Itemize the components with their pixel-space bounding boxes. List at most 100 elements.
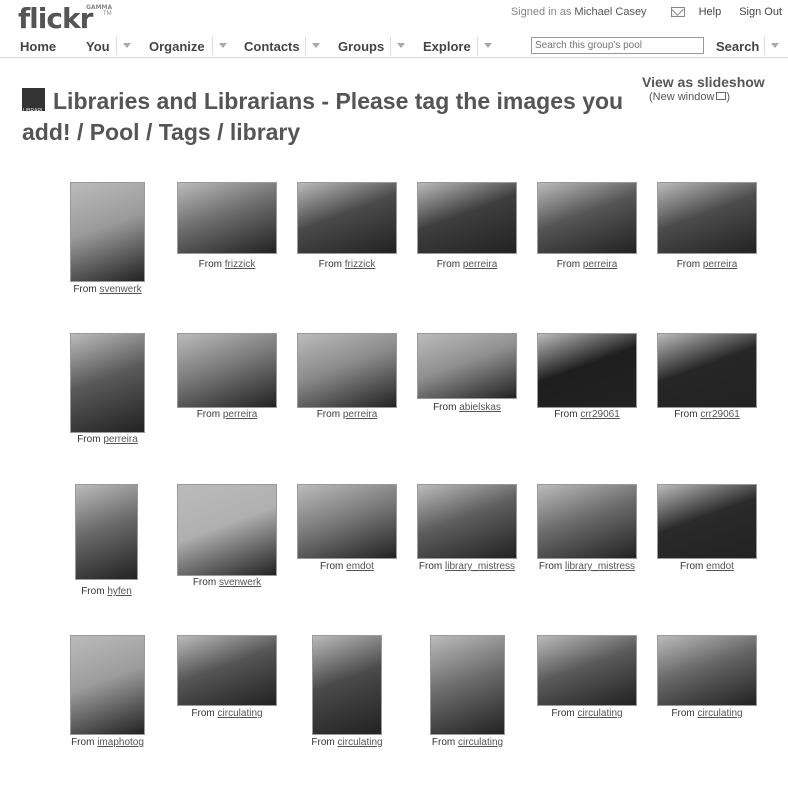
- photo-thumbnail[interactable]: [657, 333, 757, 408]
- photo-owner-link[interactable]: circulating: [338, 737, 383, 748]
- you-chevron-icon[interactable]: [116, 37, 135, 55]
- photo-owner-link[interactable]: circulating: [698, 708, 743, 719]
- photo-owner-link[interactable]: circulating: [458, 737, 503, 748]
- photo-thumbnail[interactable]: [177, 484, 277, 576]
- nav-contacts[interactable]: Contacts: [244, 39, 300, 54]
- photo-caption: From imaphotog: [48, 737, 168, 748]
- photo-owner-link[interactable]: emdot: [706, 561, 734, 572]
- photo-owner-link[interactable]: imaphotog: [97, 737, 144, 748]
- photo-thumbnail[interactable]: [177, 182, 277, 254]
- photo-owner-link[interactable]: perreira: [223, 409, 257, 420]
- from-label: From: [671, 708, 695, 719]
- photo-owner-link[interactable]: perreira: [583, 259, 617, 270]
- photo-thumbnail[interactable]: [657, 182, 757, 254]
- photo-thumbnail[interactable]: [537, 484, 637, 559]
- photo-caption: From crr29061: [527, 409, 647, 420]
- page-title-text: Libraries and Librarians - Please tag th…: [22, 88, 624, 145]
- from-label: From: [676, 259, 701, 270]
- photo-caption: From perreira: [647, 259, 767, 270]
- nav-organize[interactable]: Organize: [149, 39, 205, 54]
- photo-owner-link[interactable]: library_mistress: [565, 561, 635, 572]
- from-label: From: [77, 434, 101, 445]
- search-button[interactable]: Search: [716, 39, 759, 54]
- photo-thumbnail[interactable]: [70, 635, 145, 735]
- photo-owner-link[interactable]: perreira: [103, 434, 137, 445]
- photo-owner-link[interactable]: circulating: [578, 708, 623, 719]
- search-input[interactable]: [531, 37, 704, 54]
- photo-thumbnail[interactable]: [417, 484, 517, 559]
- photo-caption: From perreira: [527, 259, 647, 270]
- mail-icon[interactable]: [670, 7, 685, 17]
- photo-thumbnail[interactable]: [417, 333, 517, 399]
- from-label: From: [316, 409, 341, 420]
- photo-thumbnail[interactable]: [297, 182, 397, 254]
- photo-owner-link[interactable]: svenwerk: [219, 577, 261, 588]
- photo-owner-link[interactable]: circulating: [218, 708, 263, 719]
- nav-you[interactable]: You: [86, 39, 110, 54]
- photo-thumbnail[interactable]: [537, 635, 637, 706]
- from-label: From: [418, 561, 443, 572]
- photo-owner-link[interactable]: library_mistress: [445, 561, 515, 572]
- photo-owner-link[interactable]: perreira: [463, 259, 497, 270]
- photo-thumbnail[interactable]: [70, 333, 145, 433]
- photo-thumbnail[interactable]: [70, 182, 145, 282]
- from-label: From: [81, 586, 105, 597]
- nav-home[interactable]: Home: [20, 39, 56, 54]
- photo-caption: From crr29061: [647, 409, 767, 420]
- photo-caption: From emdot: [647, 561, 767, 572]
- photo-owner-link[interactable]: perreira: [343, 409, 377, 420]
- contacts-chevron-icon[interactable]: [305, 37, 324, 55]
- from-label: From: [674, 409, 698, 420]
- photo-thumbnail[interactable]: [177, 635, 277, 706]
- photo-thumbnail[interactable]: [75, 484, 138, 580]
- photo-owner-link[interactable]: svenwerk: [99, 284, 141, 295]
- help-link[interactable]: Help: [699, 6, 722, 18]
- photo-owner-link[interactable]: crr29061: [700, 409, 739, 420]
- view-slideshow-link[interactable]: View as slideshow: [642, 74, 765, 90]
- from-label: From: [554, 409, 578, 420]
- photo-caption: From circulating: [408, 737, 528, 748]
- group-icon[interactable]: LIBRARI: [22, 88, 45, 114]
- nav-explore[interactable]: Explore: [423, 39, 471, 54]
- photo-thumbnail[interactable]: [537, 333, 637, 408]
- photo-owner-link[interactable]: hyfen: [107, 586, 131, 597]
- photo-thumbnail[interactable]: [297, 484, 397, 559]
- organize-chevron-icon[interactable]: [212, 37, 231, 55]
- photo-caption: From svenwerk: [48, 284, 168, 295]
- signed-in-user[interactable]: Michael Casey: [574, 6, 646, 18]
- trademark: TM: [103, 11, 112, 17]
- from-label: From: [680, 561, 704, 572]
- photo-owner-link[interactable]: frizzick: [225, 259, 256, 270]
- new-window-link[interactable]: (New window): [649, 91, 730, 103]
- search-chevron-icon[interactable]: [764, 37, 783, 55]
- flickr-logo[interactable]: flickr GAMMA: [18, 2, 112, 35]
- logo-text: flickr: [18, 2, 93, 35]
- from-label: From: [318, 259, 342, 270]
- photo-owner-link[interactable]: emdot: [346, 561, 374, 572]
- nav-bar: Home You Organize Contacts Groups Explor…: [0, 37, 788, 58]
- explore-chevron-icon[interactable]: [477, 37, 496, 55]
- photo-thumbnail[interactable]: [417, 182, 517, 254]
- photo-caption: From abielskas: [407, 402, 527, 413]
- signed-in-prefix: Signed in as: [510, 6, 572, 18]
- photo-caption: From library_mistress: [407, 561, 527, 572]
- groups-chevron-icon[interactable]: [390, 37, 409, 55]
- new-window-icon: [716, 92, 727, 100]
- nav-groups[interactable]: Groups: [338, 39, 384, 54]
- photo-thumbnail[interactable]: [177, 333, 277, 408]
- photo-owner-link[interactable]: frizzick: [345, 259, 376, 270]
- photo-thumbnail[interactable]: [537, 182, 637, 254]
- photo-caption: From circulating: [647, 708, 767, 719]
- photo-thumbnail[interactable]: [312, 635, 382, 735]
- photo-thumbnail[interactable]: [657, 635, 757, 706]
- photo-owner-link[interactable]: crr29061: [580, 409, 619, 420]
- photo-caption: From emdot: [287, 561, 407, 572]
- from-label: From: [431, 737, 456, 748]
- photo-thumbnail[interactable]: [430, 635, 505, 735]
- photo-thumbnail[interactable]: [297, 333, 397, 408]
- photo-owner-link[interactable]: perreira: [703, 259, 737, 270]
- photo-thumbnail[interactable]: [657, 484, 757, 559]
- photo-owner-link[interactable]: abielskas: [459, 402, 501, 413]
- photo-caption: From perreira: [48, 434, 168, 445]
- signout-link[interactable]: Sign Out: [739, 6, 782, 18]
